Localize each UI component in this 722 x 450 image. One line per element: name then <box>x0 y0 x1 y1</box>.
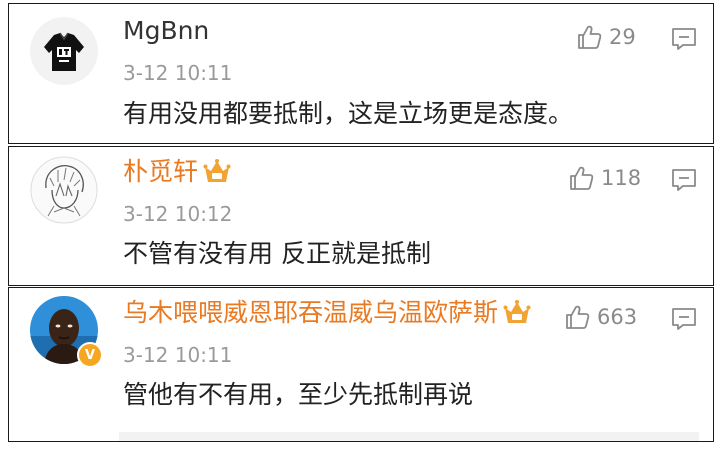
thumbs-up-icon <box>578 25 602 49</box>
thumbs-up-icon <box>566 305 590 329</box>
username[interactable]: MgBnn <box>123 16 209 46</box>
comment-card: MgBnn 3-12 10:11 有用没用都要抵制，这是立场更是态度。 29 <box>8 3 714 144</box>
timestamp: 3-12 10:11 <box>123 343 233 367</box>
like-count: 118 <box>601 166 642 190</box>
like-button[interactable]: 118 <box>567 163 641 193</box>
avatar[interactable]: V <box>30 296 103 368</box>
like-button[interactable]: 29 <box>575 22 636 52</box>
comment-icon <box>672 169 696 191</box>
comment-text: 管他有不有用，至少先抵制再说 <box>123 380 474 409</box>
thumbs-up-icon <box>570 166 594 190</box>
vip-crown-icon <box>203 159 231 182</box>
reply-button[interactable] <box>670 26 698 52</box>
timestamp: 3-12 10:11 <box>123 61 233 85</box>
comment-icon <box>672 308 696 330</box>
comment-icon <box>672 28 696 50</box>
timestamp: 3-12 10:12 <box>123 202 233 226</box>
comment-card: V 乌木喂喂威恩耶吞温威乌温欧萨斯 3-12 10:11 管他有不有用，至少先抵… <box>8 287 714 442</box>
verified-v-icon: V <box>77 342 103 368</box>
next-comment-edge <box>119 432 699 441</box>
like-count: 29 <box>609 25 636 49</box>
username-text: 朴觅轩 <box>123 157 199 186</box>
like-count: 663 <box>597 305 638 329</box>
avatar[interactable] <box>30 156 98 224</box>
reply-button[interactable] <box>670 167 698 193</box>
comment-text: 有用没用都要抵制，这是立场更是态度。 <box>123 99 574 128</box>
vip-crown-icon <box>503 300 531 323</box>
username[interactable]: 朴觅轩 <box>123 157 231 187</box>
comment-card: 朴觅轩 3-12 10:12 不管有没有用 反正就是抵制 118 <box>8 146 714 286</box>
username-text: 乌木喂喂威恩耶吞温威乌温欧萨斯 <box>123 298 499 327</box>
comment-text: 不管有没有用 反正就是抵制 <box>123 239 431 268</box>
like-button[interactable]: 663 <box>563 302 637 332</box>
reply-button[interactable] <box>670 306 698 332</box>
avatar[interactable] <box>30 17 98 85</box>
username[interactable]: 乌木喂喂威恩耶吞温威乌温欧萨斯 <box>123 298 531 328</box>
